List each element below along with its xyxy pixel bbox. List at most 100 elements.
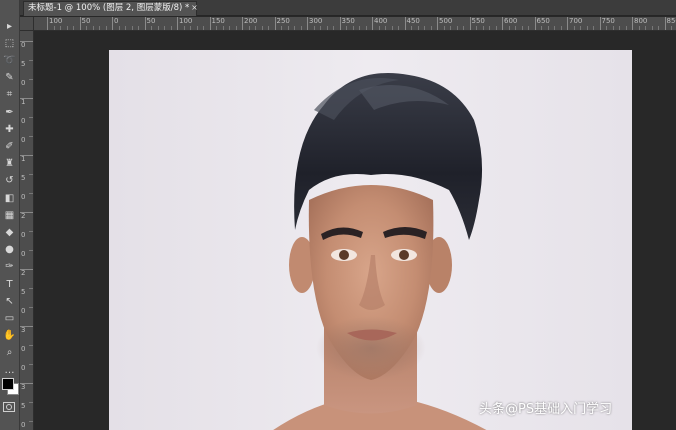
ruler-minor-tick [151, 26, 152, 30]
ruler-major-tick [404, 17, 406, 30]
ruler-minor-tick [222, 26, 224, 30]
ruler-minor-tick [229, 26, 230, 30]
ruler-major-tick [242, 17, 243, 30]
ruler-minor-tick [515, 26, 516, 30]
ruler-tick-label: 50 [81, 17, 91, 25]
ruler-major-tick [437, 17, 438, 30]
ruler-minor-tick [281, 26, 282, 30]
ruler-tick-label: 0 [21, 231, 26, 239]
more-tools-icon[interactable]: … [1, 364, 18, 377]
ruler-minor-tick [365, 26, 367, 30]
ruler-minor-tick [612, 26, 614, 30]
ruler-major-tick [79, 17, 81, 30]
ruler-minor-tick [463, 26, 464, 30]
type-tool-icon[interactable]: T [1, 278, 18, 291]
crop-tool-icon[interactable]: ⌗ [1, 89, 18, 102]
clone-stamp-tool-icon[interactable]: ♜ [1, 158, 18, 171]
ruler-tick-label: 850 [666, 17, 676, 25]
horizontal-ruler[interactable]: 100 50 0 50 100 150 200 250 300 350 400 450 500 550 60… [34, 17, 676, 31]
ruler-minor-tick [482, 26, 484, 30]
ruler-major-tick [339, 17, 341, 30]
marquee-tool-icon[interactable]: ⬚ [1, 37, 18, 50]
ruler-minor-tick [560, 26, 562, 30]
move-tool-icon[interactable]: ▸ [1, 20, 18, 33]
ruler-minor-tick [476, 26, 477, 30]
path-selection-tool-icon[interactable]: ↖ [1, 295, 18, 308]
ruler-tick-label: 600 [504, 17, 518, 25]
history-brush-tool-icon[interactable]: ↺ [1, 175, 18, 188]
ruler-minor-tick [541, 26, 542, 30]
ruler-minor-tick [99, 26, 100, 30]
foreground-color-swatch[interactable] [2, 378, 14, 390]
blur-tool-icon[interactable]: ◆ [1, 226, 18, 239]
pen-tool-icon[interactable]: ✑ [1, 261, 18, 274]
hand-tool-icon[interactable]: ✋ [1, 330, 18, 343]
ruler-minor-tick [73, 26, 74, 30]
ruler-minor-tick [619, 26, 620, 30]
ruler-minor-tick [346, 26, 347, 30]
ruler-minor-tick [417, 26, 419, 30]
ruler-origin[interactable] [20, 17, 34, 31]
ruler-tick [29, 402, 33, 403]
ruler-tick-label: 0 [21, 41, 26, 49]
ruler-minor-tick [248, 26, 250, 30]
ruler-tick-label: 700 [569, 17, 583, 25]
ruler-tick-label: 650 [536, 17, 550, 25]
ruler-tick-label: 2 [21, 212, 26, 220]
ruler-tick-label: 300 [309, 17, 323, 25]
ruler-minor-tick [164, 26, 165, 30]
ruler-tick-label: 0 [21, 193, 26, 201]
ruler-tick-label: 450 [406, 17, 420, 25]
quick-mask-icon[interactable] [3, 402, 15, 412]
ruler-minor-tick [580, 26, 581, 30]
quick-selection-tool-icon[interactable]: ✎ [1, 72, 18, 85]
ruler-tick-label: 500 [439, 17, 453, 25]
ruler-minor-tick [671, 26, 672, 30]
document-tab[interactable]: 未标题-1 @ 100% (图层 2, 图层蒙版/8) * [23, 1, 197, 16]
ruler-minor-tick [261, 26, 263, 30]
ruler-minor-tick [547, 26, 549, 30]
ruler-minor-tick [66, 26, 68, 30]
eraser-tool-icon[interactable]: ◧ [1, 192, 18, 205]
ruler-minor-tick [495, 26, 497, 30]
ruler-major-tick [112, 17, 113, 30]
brush-tool-icon[interactable]: ✐ [1, 140, 18, 153]
document-canvas[interactable]: 头条@PS基础入门学习 [109, 50, 632, 430]
ruler-minor-tick [268, 26, 269, 30]
ruler-minor-tick [196, 26, 198, 30]
ruler-minor-tick [645, 26, 646, 30]
ruler-minor-tick [131, 26, 133, 30]
ruler-tick-label: 0 [21, 307, 26, 315]
zoom-tool-icon[interactable]: ⌕ [1, 347, 18, 360]
close-icon[interactable]: × [190, 2, 199, 13]
ruler-minor-tick [554, 26, 555, 30]
healing-brush-tool-icon[interactable]: ✚ [1, 123, 18, 136]
gradient-tool-icon[interactable]: ▦ [1, 209, 18, 222]
ruler-major-tick [177, 17, 178, 30]
ruler-tick [29, 250, 33, 251]
ruler-minor-tick [170, 26, 172, 30]
ruler-tick-label: 3 [21, 326, 26, 334]
lasso-tool-icon[interactable]: ➰ [1, 54, 18, 67]
ruler-tick-label: 0 [21, 117, 26, 125]
ruler-minor-tick [313, 26, 315, 30]
ruler-tick [29, 136, 33, 137]
ruler-minor-tick [157, 26, 159, 30]
eyedropper-tool-icon[interactable]: ✒ [1, 106, 18, 119]
vertical-ruler[interactable]: 0 5 0 1 0 0 1 5 0 2 0 0 2 5 0 3 0 0 3 5 0 [20, 31, 34, 430]
ruler-minor-tick [658, 26, 659, 30]
ruler-minor-tick [92, 26, 94, 30]
ruler-minor-tick [586, 26, 588, 30]
canvas-workspace[interactable]: 头条@PS基础入门学习 [34, 31, 676, 430]
photoshop-window: ▸ ⬚ ➰ ✎ ⌗ ✒ ✚ ✐ ♜ ↺ ◧ ▦ ◆ ● ✑ T ↖ ▭ ✋ ⌕ … 未标题-1 @ 100% (图层 2… [0, 0, 676, 430]
ruler-tick [29, 79, 33, 80]
ruler-tick-label: 0 [21, 79, 26, 87]
shape-tool-icon[interactable]: ▭ [1, 312, 18, 325]
dodge-tool-icon[interactable]: ● [1, 244, 18, 257]
ruler-minor-tick [443, 26, 445, 30]
ruler-tick-label: 5 [21, 402, 26, 410]
ruler-minor-tick [235, 26, 237, 30]
ruler-major-tick [372, 17, 373, 30]
ruler-minor-tick [183, 26, 185, 30]
ruler-tick-label: 250 [276, 17, 290, 25]
